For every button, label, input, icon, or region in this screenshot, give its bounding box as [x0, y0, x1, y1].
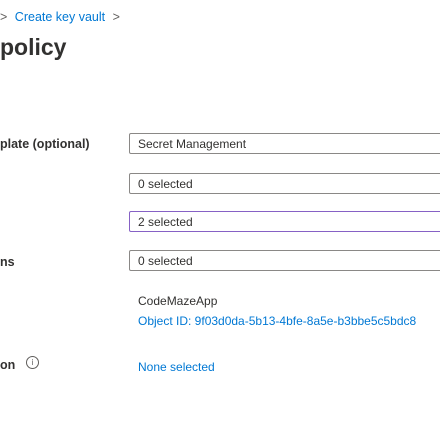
- page-title: policy: [0, 34, 67, 60]
- key-permissions-dropdown[interactable]: 0 selected: [129, 173, 440, 194]
- breadcrumb-separator: >: [112, 10, 120, 24]
- principal-name: CodeMazeApp: [138, 294, 218, 308]
- breadcrumb: > Create key vault >: [0, 10, 120, 24]
- breadcrumb-link-create-key-vault[interactable]: Create key vault: [15, 10, 105, 24]
- info-icon[interactable]: i: [26, 356, 39, 369]
- authorized-application-none-selected-link[interactable]: None selected: [138, 360, 215, 374]
- certificate-permissions-label: ns: [0, 255, 15, 269]
- authorized-application-label: on: [0, 358, 16, 372]
- breadcrumb-separator: >: [0, 10, 8, 24]
- secret-permissions-dropdown[interactable]: 2 selected: [129, 211, 440, 232]
- template-dropdown[interactable]: Secret Management: [129, 133, 440, 154]
- certificate-permissions-dropdown[interactable]: 0 selected: [129, 250, 440, 271]
- template-label: plate (optional): [0, 137, 90, 151]
- principal-object-id: Object ID: 9f03d0da-5b13-4bfe-8a5e-b3bbe…: [138, 314, 417, 328]
